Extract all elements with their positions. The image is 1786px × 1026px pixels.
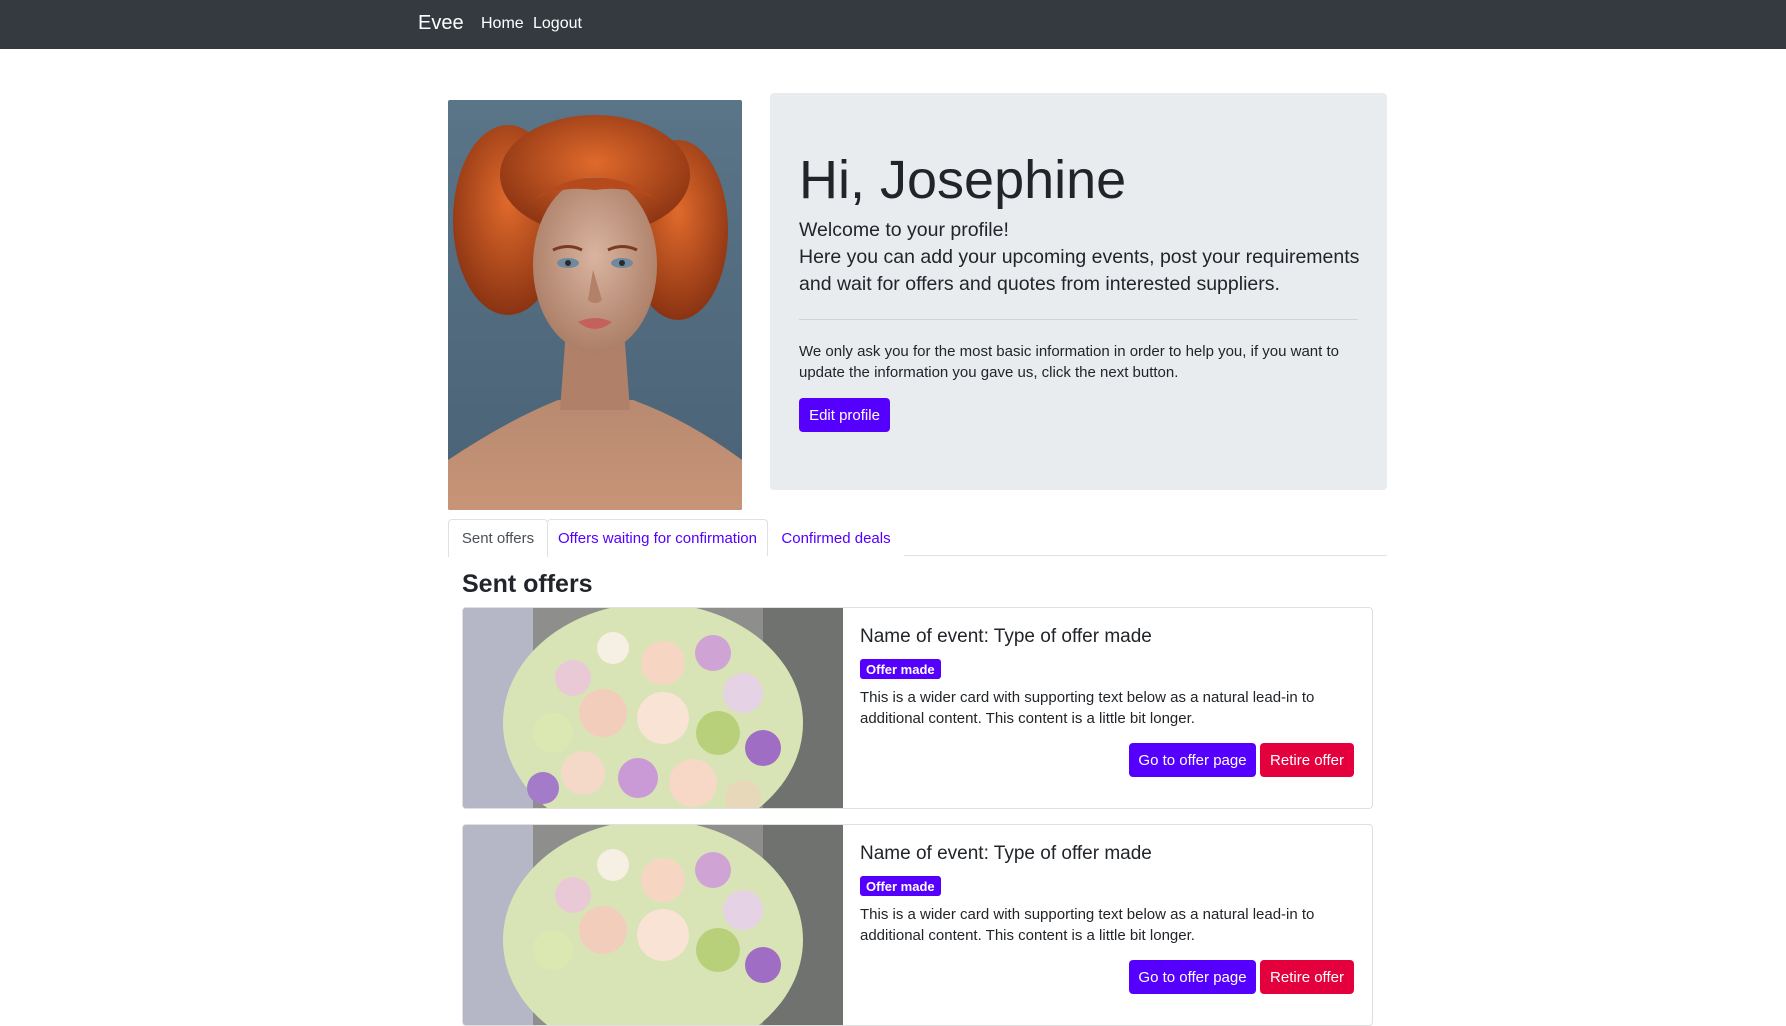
tab-confirmed-deals[interactable]: Confirmed deals (768, 519, 904, 556)
welcome-line: Welcome to your profile! (799, 219, 1009, 241)
retire-offer-button[interactable]: Retire offer (1260, 743, 1354, 777)
offers-tabs: Sent offers Offers waiting for confirmat… (448, 519, 1387, 557)
tab-offers-waiting[interactable]: Offers waiting for confirmation (547, 519, 768, 556)
welcome-lead: Welcome to your profile! Here you can ad… (799, 217, 1364, 298)
profile-photo (448, 100, 742, 510)
divider (799, 319, 1358, 320)
go-to-offer-button[interactable]: Go to offer page (1129, 743, 1256, 777)
greeting-heading: Hi, Josephine (799, 150, 1127, 210)
brand-logo[interactable]: Evee (418, 12, 464, 35)
bouquet-image (463, 825, 843, 1025)
card-title: Name of event: Type of offer made (860, 843, 1152, 864)
offer-card: Name of event: Type of offer made Offer … (462, 824, 1373, 1026)
section-title: Sent offers (462, 570, 593, 598)
card-text: This is a wider card with supporting tex… (860, 689, 1315, 727)
offer-card: Name of event: Type of offer made Offer … (462, 607, 1373, 809)
tab-sent-offers[interactable]: Sent offers (448, 519, 548, 557)
status-badge: Offer made (860, 876, 941, 896)
top-navbar: Evee Home Logout (0, 0, 1786, 49)
nav-link-logout[interactable]: Logout (533, 15, 582, 33)
profile-info-text: We only ask you for the most basic infor… (799, 343, 1339, 381)
welcome-description: Here you can add your upcoming events, p… (799, 246, 1360, 295)
bouquet-image (463, 608, 843, 808)
edit-profile-button[interactable]: Edit profile (799, 398, 890, 432)
welcome-jumbotron: Hi, Josephine Welcome to your profile! H… (770, 93, 1387, 490)
card-text: This is a wider card with supporting tex… (860, 906, 1315, 944)
go-to-offer-button[interactable]: Go to offer page (1129, 960, 1256, 994)
retire-offer-button[interactable]: Retire offer (1260, 960, 1354, 994)
nav-link-home[interactable]: Home (481, 15, 524, 33)
status-badge: Offer made (860, 659, 941, 679)
card-title: Name of event: Type of offer made (860, 626, 1152, 647)
